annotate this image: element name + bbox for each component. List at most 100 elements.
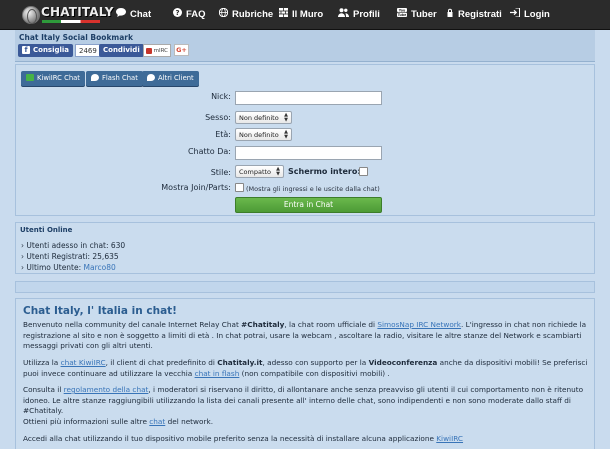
users-registered: › Utenti Registrati: 25,635 [21, 252, 119, 261]
logo-flag-stripe [42, 20, 100, 23]
chat-bubble-icon [91, 74, 99, 81]
text: , il client di chat predefinito di [105, 358, 218, 367]
mirc-button[interactable]: mIRC [143, 44, 171, 57]
chat-link[interactable]: chat [149, 417, 165, 426]
eta-select[interactable]: Non definito ▲ ▼ [235, 128, 292, 141]
chat-bubble-icon [147, 74, 155, 81]
facebook-like-label: Consiglia [33, 46, 70, 54]
nav-login-label: Login [524, 9, 550, 20]
stile-label: Stile: [210, 168, 231, 177]
chatto-da-label: Chatto Da: [187, 147, 231, 156]
nav-rubriche[interactable]: Rubriche [218, 7, 274, 20]
question-icon: ? [173, 8, 182, 19]
section-divider-bar [15, 281, 595, 293]
nav-registrati[interactable]: Registrati [446, 8, 502, 20]
text: (non compatibile con dispositivi mobili)… [239, 368, 390, 378]
regolamento-link[interactable]: regolamento della chat [64, 385, 149, 394]
mostra-join-parts-note: (Mostra gli ingressi e le uscite dalla c… [246, 185, 380, 193]
facebook-like-button[interactable]: f Consiglia [18, 44, 74, 57]
facebook-icon: f [22, 46, 30, 54]
sesso-select[interactable]: Non definito ▲ ▼ [235, 111, 292, 124]
last-user: › Ultimo Utente: Marco80 [21, 263, 116, 272]
tab-kiwiirc-chat[interactable]: KiwiIRC Chat [21, 71, 85, 86]
users-online-panel: Utenti Online › Utenti adesso in chat: 6… [15, 222, 595, 274]
info-paragraph-3: Consulta il regolamento della chat, i mo… [23, 385, 591, 427]
tab-flash-chat[interactable]: Flash Chat [86, 71, 143, 86]
schermo-intero-checkbox[interactable] [359, 167, 368, 176]
sesso-label: Sesso: [205, 113, 231, 122]
text-bold: Videoconferenza [368, 358, 438, 367]
entra-in-chat-button[interactable]: Entra in Chat [235, 197, 382, 213]
users-online-title: Utenti Online [20, 226, 73, 234]
text: Utilizza la [23, 358, 61, 367]
mostra-join-parts-checkbox[interactable] [235, 183, 244, 192]
nav-tuber-label: Tuber [411, 9, 437, 20]
sesso-select-value: Non definito [239, 114, 279, 122]
select-arrows-icon: ▲ ▼ [284, 112, 288, 123]
users-icon [338, 8, 349, 19]
logo-text: CHATITALY [41, 5, 114, 19]
tab-altri-client[interactable]: Altri Client [142, 71, 199, 86]
facebook-like-count: 2469 [75, 44, 101, 57]
nav-chat[interactable]: Chat [116, 8, 151, 20]
register-icon [446, 8, 454, 19]
text: del network. [165, 416, 214, 426]
social-bookmark-bar: Chat Italy Social Bookmark f Consiglia 24… [15, 30, 595, 62]
mostra-join-parts-label: Mostra Join/Parts: [161, 183, 231, 192]
text: Consulta il [23, 385, 64, 394]
top-navbar: CHATITALY Chat ? FAQ Rubriche Il Muro Pr… [0, 0, 610, 30]
bookmark-title: Chat Italy Social Bookmark [19, 33, 133, 42]
users-in-chat: › Utenti adesso in chat: 630 [21, 241, 126, 250]
svg-text:Tube: Tube [398, 13, 407, 17]
tab-flash-label: Flash Chat [102, 74, 138, 82]
nav-chat-label: Chat [130, 9, 152, 20]
tab-kiwiirc-label: KiwiIRC Chat [37, 74, 80, 82]
nav-il-muro-label: Il Muro [292, 9, 324, 20]
nick-label: Nick: [211, 92, 231, 101]
text: , adesso con supporto per la [262, 358, 369, 367]
nick-input[interactable] [235, 91, 382, 105]
globe-icon [218, 7, 229, 19]
info-panel: Chat Italy, l' Italia in chat! Benvenuto… [15, 298, 595, 449]
text: Ottieni più informazioni sulle altre [23, 416, 150, 426]
kiwiirc-link[interactable]: KiwiIRC [436, 434, 463, 443]
kiwi-icon [26, 74, 34, 81]
google-plus-button[interactable]: G+ [174, 44, 189, 56]
wall-icon [279, 8, 288, 19]
text: , la chat room ufficiale di [284, 320, 378, 329]
simosnap-link[interactable]: SimosNap IRC Network [377, 320, 461, 329]
tab-altri-label: Altri Client [158, 74, 194, 82]
chat-bubble-icon [116, 8, 126, 19]
last-user-prefix: › Ultimo Utente: [21, 263, 84, 272]
facebook-share-button[interactable]: Condividi [99, 44, 144, 57]
chat-login-panel: KiwiIRC Chat Flash Chat Altri Client [15, 64, 595, 216]
info-paragraph-2: Utilizza la chat KiwiIRC, il client di c… [23, 358, 591, 379]
schermo-intero-label: Schermo intero: [288, 167, 361, 176]
last-user-link[interactable]: Marco80 [84, 263, 116, 272]
stile-select[interactable]: Compatto ▲ ▼ [235, 165, 284, 178]
nav-il-muro[interactable]: Il Muro [279, 8, 323, 20]
select-arrows-icon: ▲ ▼ [284, 129, 288, 140]
nav-registrati-label: Registrati [458, 9, 502, 20]
eta-label: Età: [215, 130, 231, 139]
youtube-icon: You Tube [397, 8, 407, 19]
nav-tuber[interactable]: You Tube Tuber [397, 8, 437, 20]
select-arrows-icon: ▲ ▼ [276, 166, 280, 177]
nav-login[interactable]: Login [510, 7, 550, 20]
stile-select-value: Compatto [239, 168, 272, 176]
nav-faq[interactable]: ? FAQ [173, 8, 206, 20]
nav-faq-label: FAQ [186, 9, 206, 20]
nav-profili[interactable]: Profili [338, 8, 380, 20]
chatitaly-logo[interactable]: CHATITALY [22, 5, 113, 25]
nav-profili-label: Profili [353, 9, 380, 20]
text: Benvenuto nella community del canale Int… [23, 320, 242, 329]
chat-in-flash-link[interactable]: chat in flash [195, 369, 240, 378]
nav-rubriche-label: Rubriche [232, 9, 274, 20]
text-bold: Chatitaly.it [217, 358, 263, 367]
eta-select-value: Non definito [239, 131, 279, 139]
info-title: Chat Italy, l' Italia in chat! [23, 305, 177, 317]
text: Accedi alla chat utilizzando il tuo disp… [23, 434, 437, 443]
chat-kiwiirc-link[interactable]: chat KiwiIRC [61, 358, 106, 367]
chatto-da-input[interactable] [235, 146, 382, 160]
logo-ball-icon [22, 6, 40, 24]
